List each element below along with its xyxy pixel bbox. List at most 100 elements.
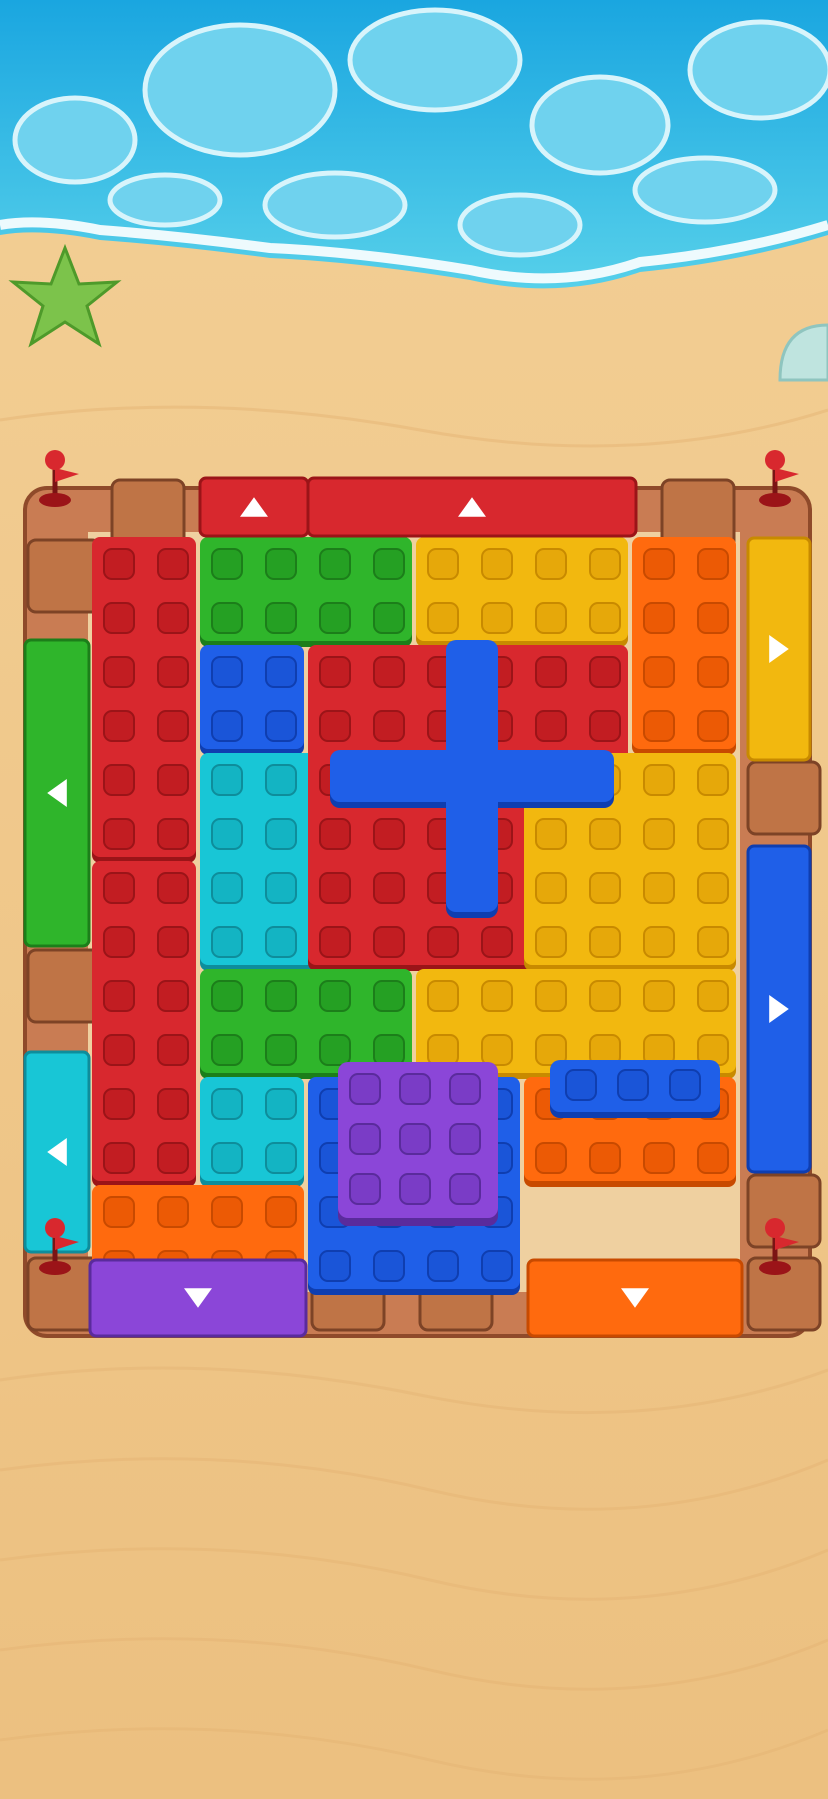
orange-top-right-stud (697, 548, 729, 580)
yellow-right-stud (535, 926, 567, 958)
crate-block (746, 1173, 822, 1249)
red-cross-stud (373, 818, 405, 850)
game-scene (0, 0, 828, 1799)
flag-knob (45, 450, 65, 470)
red-exit-top-small[interactable] (198, 476, 310, 538)
red-cross-stud (589, 656, 621, 688)
orange-bottom-stud (103, 1196, 135, 1228)
blue-big-stud (319, 1250, 351, 1282)
cyan-L-stud (211, 872, 243, 904)
purple-square-block[interactable] (338, 1062, 498, 1226)
purple-square-stud (399, 1073, 431, 1105)
red-left-upper-stud (157, 710, 189, 742)
cyan-L-stud (265, 818, 297, 850)
yellow-mid-stud (427, 980, 459, 1012)
green-exit-left[interactable] (23, 638, 91, 948)
cyan-small-block[interactable] (200, 1077, 304, 1187)
yellow-right-stud (589, 926, 621, 958)
red-cross-stud (535, 710, 567, 742)
orange-top-right-stud (643, 710, 675, 742)
green-top-stud (319, 548, 351, 580)
red-left-upper-stud (157, 818, 189, 850)
flag-base (759, 493, 791, 507)
red-left-upper-body (92, 537, 196, 857)
red-left-lower-stud (157, 872, 189, 904)
green-top-stud (211, 602, 243, 634)
green-top-stud (211, 548, 243, 580)
orange-right-stud (643, 1142, 675, 1174)
green-mid-stud (319, 980, 351, 1012)
blue-exit-right[interactable] (746, 844, 812, 1174)
blue-bar-stud (565, 1069, 597, 1101)
red-cross-stud (319, 818, 351, 850)
yellow-mid-stud (481, 980, 513, 1012)
yellow-top-stud (427, 602, 459, 634)
yellow-top-block[interactable] (416, 537, 628, 647)
yellow-top-stud (535, 548, 567, 580)
yellow-right-stud (697, 764, 729, 796)
red-left-lower-stud (157, 980, 189, 1012)
green-mid-stud (319, 1034, 351, 1066)
red-left-upper-stud (103, 710, 135, 742)
blue-small-stud (265, 710, 297, 742)
blue-small-block[interactable] (200, 645, 304, 755)
yellow-mid-stud (643, 980, 675, 1012)
red-cross-stud (373, 656, 405, 688)
red-cross-stud (589, 710, 621, 742)
yellow-right-stud (643, 764, 675, 796)
flag-base (759, 1261, 791, 1275)
orange-top-right-stud (643, 548, 675, 580)
blue-bar-block[interactable] (550, 1060, 720, 1118)
red-left-lower-block[interactable] (92, 861, 196, 1187)
orange-top-right-stud (697, 710, 729, 742)
cyan-small-stud (265, 1142, 297, 1174)
blue-big-stud (481, 1250, 513, 1282)
crate-block (26, 948, 102, 1024)
yellow-right-stud (697, 872, 729, 904)
red-cross-stud (427, 926, 459, 958)
blue-small-stud (211, 656, 243, 688)
green-mid-stud (211, 980, 243, 1012)
orange-right-stud (589, 1142, 621, 1174)
green-mid-stud (373, 1034, 405, 1066)
cyan-small-stud (265, 1088, 297, 1120)
purple-square-stud (399, 1123, 431, 1155)
orange-top-right-block[interactable] (632, 537, 736, 755)
green-top-stud (373, 602, 405, 634)
purple-square-stud (449, 1173, 481, 1205)
orange-exit-bottom[interactable] (526, 1258, 744, 1338)
red-cross-stud (319, 872, 351, 904)
green-mid-stud (373, 980, 405, 1012)
green-top-block[interactable] (200, 537, 412, 647)
blue-bar-stud (617, 1069, 649, 1101)
orange-top-right-stud (697, 602, 729, 634)
yellow-right-stud (697, 818, 729, 850)
yellow-top-stud (535, 602, 567, 634)
orange-bottom-stud (265, 1196, 297, 1228)
red-cross-stud (373, 872, 405, 904)
yellow-right-stud (643, 818, 675, 850)
cyan-L-stud (211, 764, 243, 796)
red-left-upper-stud (103, 656, 135, 688)
purple-exit-bottom[interactable] (88, 1258, 308, 1338)
green-top-stud (373, 548, 405, 580)
red-left-upper-block[interactable] (92, 537, 196, 863)
yellow-exit-right[interactable] (746, 536, 812, 762)
yellow-right-stud (643, 926, 675, 958)
cyan-L-stud (265, 872, 297, 904)
red-left-lower-stud (103, 1034, 135, 1066)
red-left-lower-stud (103, 872, 135, 904)
red-exit-top-wide[interactable] (306, 476, 638, 538)
red-left-lower-stud (157, 926, 189, 958)
red-cross-stud (481, 926, 513, 958)
yellow-mid-stud (589, 980, 621, 1012)
yellow-right-stud (535, 818, 567, 850)
red-left-lower-stud (157, 1142, 189, 1174)
cyan-L-stud (265, 926, 297, 958)
blue-cross-horizontal (330, 750, 614, 802)
blue-bar-stud (669, 1069, 701, 1101)
orange-bottom-stud (211, 1196, 243, 1228)
green-mid-stud (265, 980, 297, 1012)
orange-top-right-stud (643, 656, 675, 688)
flag-knob (765, 450, 785, 470)
